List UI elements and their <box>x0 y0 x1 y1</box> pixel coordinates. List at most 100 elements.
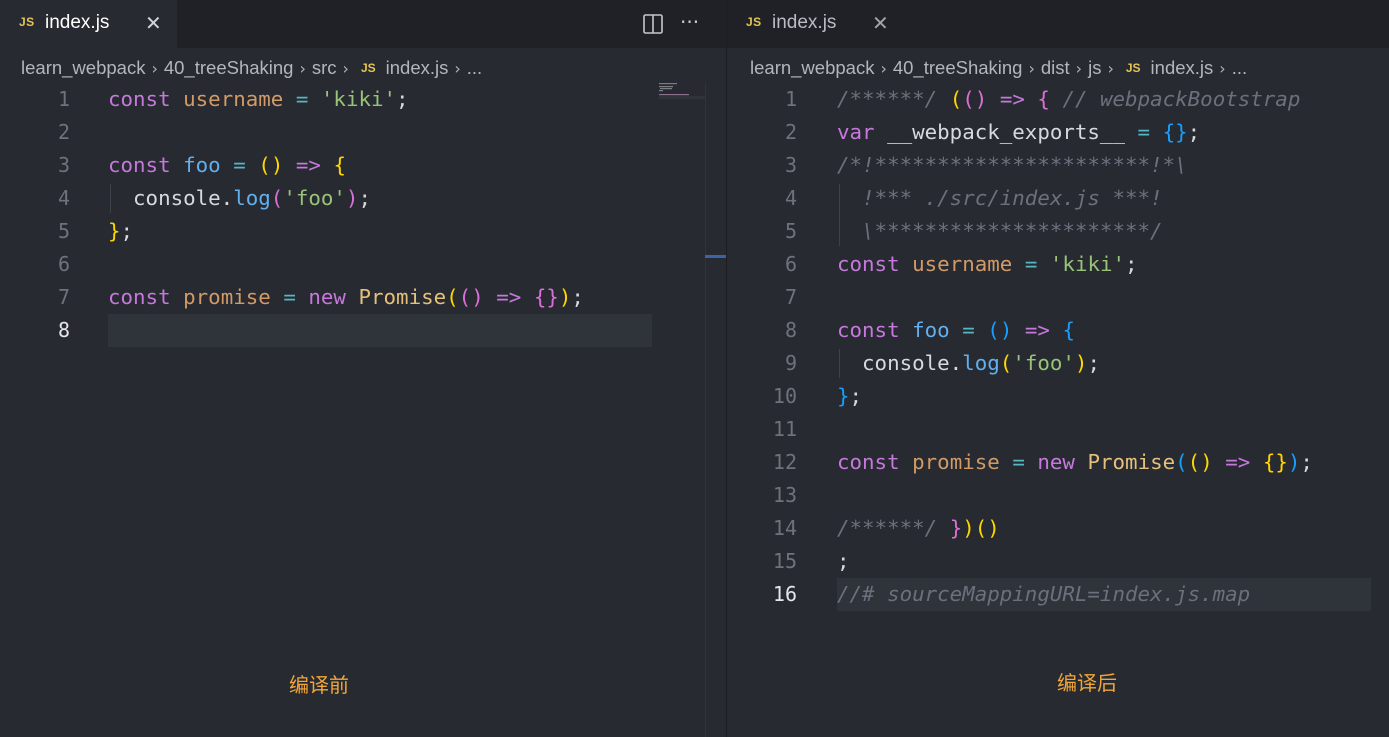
code-token: console. <box>837 351 963 375</box>
code-text: /******/ (() => { // webpackBootstrap <box>837 87 1300 111</box>
code-line[interactable]: 3 const foo = () => { <box>0 149 727 182</box>
code-line[interactable]: 10}; <box>727 380 1389 413</box>
breadcrumb-item[interactable]: js <box>1088 57 1101 79</box>
code-line[interactable]: 2 var __webpack_exports__ = {}; <box>727 116 1389 149</box>
code-token: => <box>999 87 1025 111</box>
code-line[interactable]: 12 const promise = new Promise(() => {}); <box>727 446 1389 479</box>
code-token: => <box>1225 450 1251 474</box>
code-text: const foo = () => { <box>108 153 346 177</box>
split-editor-icon[interactable] <box>642 13 664 35</box>
code-line[interactable]: 2 <box>0 116 727 149</box>
code-token: = <box>1012 450 1025 474</box>
code-text: const foo = () => { <box>837 318 1075 342</box>
code-line[interactable]: 5 \**********************/ <box>727 215 1389 248</box>
code-line[interactable]: 13 <box>727 479 1389 512</box>
chevron-right-icon: › <box>151 58 158 78</box>
breadcrumb-more[interactable]: ... <box>467 57 482 79</box>
line-number: 16 <box>772 582 797 606</box>
code-token: = <box>1137 120 1151 144</box>
code-token: \**********************/ <box>837 219 1163 243</box>
line-number: 4 <box>784 186 797 210</box>
breadcrumb-file[interactable]: index.js <box>1151 57 1214 79</box>
code-token: promise <box>912 450 1000 474</box>
code-token: foo <box>912 318 950 342</box>
code-token: ; <box>396 87 409 111</box>
code-text: !*** ./src/index.js ***! <box>837 186 1163 210</box>
breadcrumb-item[interactable]: src <box>312 57 337 79</box>
code-line[interactable]: 7 <box>727 281 1389 314</box>
line-number: 2 <box>784 120 797 144</box>
code-line[interactable]: 1 /******/ (() => { // webpackBootstrap <box>727 83 1389 116</box>
code-token: 'foo' <box>1012 351 1075 375</box>
code-line[interactable]: 6 <box>0 248 727 281</box>
code-token: () <box>258 153 284 177</box>
scrollbar-track[interactable] <box>705 83 706 737</box>
js-file-icon: JS <box>1125 61 1141 75</box>
scrollbar-cursor-marker <box>705 255 726 258</box>
code-line[interactable]: 1 const username = 'kiki'; <box>0 83 727 116</box>
code-text: }; <box>837 384 862 408</box>
code-token: () <box>962 87 988 111</box>
breadcrumb-item[interactable]: learn_webpack <box>21 57 145 79</box>
code-token: ; <box>837 549 850 573</box>
line-number: 9 <box>784 351 797 375</box>
code-line[interactable]: 9 console.log('foo'); <box>727 347 1389 380</box>
line-number: 12 <box>772 450 797 474</box>
minimap[interactable] <box>659 83 705 99</box>
code-line[interactable]: 4 console.log('foo'); <box>0 182 727 215</box>
code-line[interactable]: 3 /*!**********************!*\ <box>727 149 1389 182</box>
code-text: const promise = new Promise(() => {}); <box>837 450 1313 474</box>
code-line[interactable]: 15; <box>727 545 1389 578</box>
tab-index-js[interactable]: JS index.js ✕ <box>727 0 903 48</box>
line-number: 13 <box>772 483 797 507</box>
code-token: Promise <box>1087 450 1176 474</box>
code-line[interactable]: 16 //# sourceMappingURL=index.js.map <box>727 578 1389 611</box>
code-token: {} <box>1162 120 1188 144</box>
code-token: () <box>974 516 1000 540</box>
code-line[interactable]: 5}; <box>0 215 727 248</box>
close-icon[interactable]: ✕ <box>872 11 889 35</box>
code-token: /*!**********************!*\ <box>837 153 1188 177</box>
line-number: 11 <box>772 417 797 441</box>
breadcrumb-file[interactable]: index.js <box>386 57 449 79</box>
chevron-right-icon: › <box>299 58 306 78</box>
code-line[interactable]: 7 const promise = new Promise(() => {}); <box>0 281 727 314</box>
more-actions-icon[interactable]: ··· <box>680 10 699 34</box>
code-token: { <box>1037 87 1050 111</box>
code-token: ) <box>345 186 359 210</box>
breadcrumb-item[interactable]: dist <box>1041 57 1070 79</box>
code-line[interactable]: 8 const foo = () => { <box>727 314 1389 347</box>
tab-index-js[interactable]: JS index.js ✕ <box>0 0 177 48</box>
code-line[interactable]: 4 !*** ./src/index.js ***! <box>727 182 1389 215</box>
js-file-icon: JS <box>360 61 376 75</box>
chevron-right-icon: › <box>454 58 461 78</box>
code-token: = <box>962 318 975 342</box>
code-line[interactable]: 11 <box>727 413 1389 446</box>
chevron-right-icon: › <box>1028 58 1035 78</box>
breadcrumb-item[interactable]: 40_treeShaking <box>893 57 1023 79</box>
close-icon[interactable]: ✕ <box>145 11 162 35</box>
breadcrumb-more[interactable]: ... <box>1232 57 1247 79</box>
editor-pane-right: JS index.js ✕ learn_webpack › 40_treeSha… <box>727 0 1389 737</box>
code-token: {} <box>1262 450 1288 474</box>
code-token: {} <box>533 285 559 309</box>
breadcrumb-item[interactable]: 40_treeShaking <box>164 57 294 79</box>
code-line[interactable]: 6 const username = 'kiki'; <box>727 248 1389 281</box>
code-token: = <box>295 87 309 111</box>
line-number: 6 <box>784 252 797 276</box>
code-token: ( <box>270 186 284 210</box>
code-token: ; <box>358 186 371 210</box>
code-line[interactable]: 14 /******/ })() <box>727 512 1389 545</box>
code-line[interactable]: 8 <box>0 314 727 347</box>
breadcrumb-item[interactable]: learn_webpack <box>750 57 874 79</box>
code-token: ; <box>571 285 584 309</box>
